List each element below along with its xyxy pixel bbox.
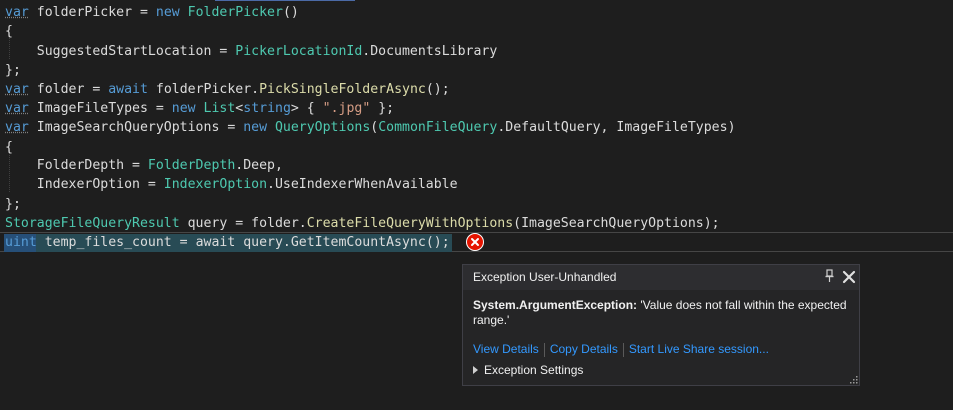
code-token: QueryOptions	[274, 120, 371, 135]
code-token: uint	[5, 235, 37, 250]
error-icon[interactable]	[466, 233, 484, 251]
code-token: var	[5, 101, 29, 116]
code-token: {	[5, 24, 13, 39]
code-token: PickerLocationId	[235, 44, 363, 59]
code-token: PickSingleFolderAsync	[259, 82, 426, 97]
code-token: )	[727, 120, 736, 135]
code-line[interactable]: };	[5, 61, 21, 80]
code-line[interactable]: SuggestedStartLocation = PickerLocationI…	[5, 42, 498, 61]
code-token: GetItemCountAsync	[290, 235, 426, 250]
popup-title: Exception User-Unhandled	[473, 270, 617, 284]
code-token: };	[5, 63, 21, 78]
code-token: ImageSearchQueryOptions =	[28, 120, 244, 135]
code-line[interactable]: };	[5, 195, 21, 214]
view-details-link[interactable]: View Details	[473, 342, 539, 356]
code-token: {	[5, 140, 13, 155]
code-token: query = folder.	[179, 216, 307, 231]
resize-grip-icon[interactable]	[848, 373, 858, 384]
code-token: .UseIndexerWhenAvailable	[267, 177, 458, 192]
code-token: folderPicker =	[28, 5, 156, 20]
code-token: (ImageSearchQueryOptions);	[513, 216, 720, 231]
code-token: .DefaultQuery,	[497, 120, 617, 135]
code-line[interactable]: var folder = await folderPicker.PickSing…	[5, 80, 450, 99]
code-token: CommonFileQuery	[378, 120, 498, 135]
exception-message: System.ArgumentException: 'Value does no…	[473, 298, 853, 328]
code-token: new	[155, 5, 180, 20]
code-token: ()	[282, 5, 299, 20]
code-token: .DocumentsLibrary	[362, 44, 498, 59]
code-token: await	[108, 82, 148, 97]
code-token: folder =	[28, 82, 109, 97]
code-token: query.	[235, 235, 291, 250]
code-token: FolderPicker	[187, 5, 283, 20]
code-token: var	[5, 120, 29, 135]
code-token: var	[5, 82, 29, 97]
live-share-link[interactable]: Start Live Share session...	[629, 342, 769, 356]
copy-details-link[interactable]: Copy Details	[550, 342, 618, 356]
code-line[interactable]: {	[5, 138, 13, 157]
code-line[interactable]: StorageFileQueryResult query = folder.Cr…	[5, 214, 720, 233]
popup-links: View Details Copy Details Start Live Share…	[473, 341, 769, 357]
code-token: List	[203, 101, 236, 116]
code-token: > {	[290, 101, 323, 116]
code-token: ();	[425, 82, 450, 97]
code-token: await	[195, 235, 236, 250]
code-token: FolderDepth =	[5, 158, 148, 173]
code-token: ".jpg"	[322, 101, 371, 116]
expander-icon	[473, 365, 478, 374]
exception-type: System.ArgumentException:	[473, 298, 638, 312]
code-token: IndexerOption =	[5, 177, 164, 192]
code-token: .Deep,	[235, 158, 283, 173]
code-editor[interactable]: var folderPicker = new FolderPicker() { S…	[0, 0, 953, 410]
link-divider	[543, 342, 545, 357]
code-token: var	[5, 5, 29, 20]
code-token: ImageFileTypes =	[28, 101, 172, 116]
code-line[interactable]: var folderPicker = new FolderPicker()	[5, 3, 299, 22]
pin-icon[interactable]	[823, 269, 835, 283]
code-token: SuggestedStartLocation =	[5, 44, 236, 59]
exception-settings-expander[interactable]: Exception Settings	[473, 363, 583, 377]
code-token: ();	[425, 235, 450, 250]
code-token: string	[243, 101, 291, 116]
code-line[interactable]: IndexerOption = IndexerOption.UseIndexer…	[5, 175, 458, 194]
code-line[interactable]: {	[5, 22, 13, 41]
link-divider	[622, 342, 624, 357]
close-icon[interactable]	[842, 270, 856, 284]
code-token: temp_files_count =	[36, 235, 196, 250]
code-line[interactable]: uint temp_files_count = await query.GetI…	[5, 233, 450, 252]
code-line[interactable]: var ImageFileTypes = new List<string> { …	[5, 99, 394, 118]
code-token: };	[5, 197, 21, 212]
code-line[interactable]: var ImageSearchQueryOptions = new QueryO…	[5, 118, 736, 137]
top-scroll-indicator	[215, 0, 355, 1]
code-token: ImageFileTypes	[616, 120, 728, 135]
code-token: FolderDepth	[147, 158, 236, 173]
popup-header: Exception User-Unhandled	[463, 265, 859, 290]
code-token: new	[243, 120, 268, 135]
code-token: };	[370, 101, 395, 116]
code-line[interactable]: FolderDepth = FolderDepth.Deep,	[5, 156, 283, 175]
exception-settings-label: Exception Settings	[484, 363, 584, 377]
exception-popup: Exception User-Unhandled System.Argument…	[462, 264, 860, 386]
code-token: CreateFileQueryWithOptions	[306, 216, 514, 231]
code-token: new	[171, 101, 196, 116]
code-token: folderPicker.	[147, 82, 260, 97]
code-token: StorageFileQueryResult	[5, 216, 180, 231]
code-token: IndexerOption	[163, 177, 268, 192]
